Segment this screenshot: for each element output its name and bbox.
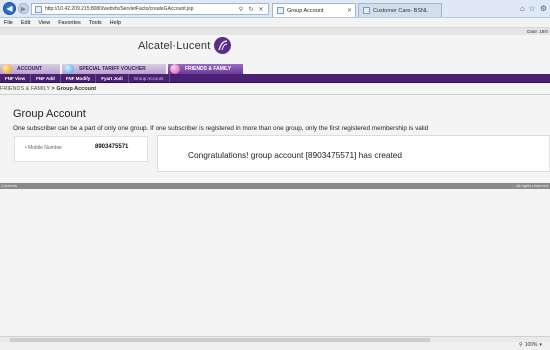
favicon-icon	[363, 7, 370, 14]
date-strip: Date: 18/0	[0, 28, 550, 35]
back-button[interactable]: ◀	[3, 2, 16, 15]
tab-account-label: ACCOUNT	[17, 66, 42, 72]
success-message-panel: Congratulations! group account [89034755…	[157, 135, 550, 172]
home-icon[interactable]: ⌂	[520, 4, 525, 13]
back-arrow-icon: ◀	[6, 4, 13, 13]
tab-ff-label: FRIENDS & FAMILY	[185, 66, 232, 72]
voucher-orb-icon	[64, 64, 74, 74]
brand-name: Alcatel·Lucent	[138, 39, 211, 52]
browser-toolbar: ◀ ▶ http://10.42.209.215:8080/webvfs/Ser…	[0, 0, 550, 18]
friends-family-orb-icon	[170, 64, 180, 74]
tab-stv-label: SPECIAL TARIFF VOUCHER	[79, 66, 146, 72]
main-tabs: ACCOUNT SPECIAL TARIFF VOUCHER FRIENDS &…	[0, 64, 550, 74]
menu-file[interactable]: File	[4, 20, 13, 26]
subnav-group-account[interactable]: Group Account	[129, 73, 170, 83]
favorites-star-icon[interactable]: ☆	[529, 4, 536, 13]
tab-customer-care[interactable]: Customer Care- BSNL	[358, 3, 442, 17]
info-text: One subscriber can be a part of only one…	[13, 125, 429, 132]
subnav-fnf-view[interactable]: FNF View	[0, 73, 32, 83]
subnav-fnf-modify[interactable]: FNF Modify	[61, 73, 97, 83]
breadcrumb-parent[interactable]: FRIENDS & FAMILY	[0, 86, 50, 92]
brand-logo: Alcatel·Lucent	[138, 37, 231, 54]
status-bar: ⚲ 100% ▾	[0, 342, 550, 350]
breadcrumb-current: Group Account	[56, 86, 97, 92]
zoom-level: 100%	[524, 342, 538, 348]
page-title: Group Account	[13, 108, 86, 120]
stop-icon[interactable]: ✕	[257, 5, 265, 13]
forward-button[interactable]: ▶	[18, 3, 29, 14]
footer-rights-text: All rights reserved	[515, 183, 548, 188]
menu-tools[interactable]: Tools	[89, 20, 102, 26]
subnav-fnf-add[interactable]: FNF Add	[31, 73, 61, 83]
tab-label: Customer Care- BSNL	[373, 7, 429, 14]
breadcrumb: FRIENDS & FAMILY > Group Account	[0, 86, 96, 92]
menu-bar: File Edit View Favorites Tools Help	[0, 18, 550, 28]
date-label: Date: 18/0	[527, 29, 548, 34]
mobile-number-label: • Mobile Number	[25, 145, 63, 151]
favicon-icon	[277, 7, 284, 14]
account-orb-icon	[2, 64, 12, 74]
subnav-fyart-jodi[interactable]: Fyart Jodi	[96, 73, 129, 83]
mobile-number-panel: • Mobile Number 8903475571	[14, 136, 148, 162]
menu-edit[interactable]: Edit	[21, 20, 30, 26]
sub-navigation: FNF View FNF Add FNF Modify Fyart Jodi G…	[0, 73, 550, 83]
zoom-icon: ⚲	[519, 342, 523, 348]
tab-friends-family[interactable]: FRIENDS & FAMILY	[168, 64, 243, 74]
tab-special-tariff-voucher[interactable]: SPECIAL TARIFF VOUCHER	[62, 64, 166, 74]
chevron-down-icon: ▾	[539, 342, 542, 348]
settings-gear-icon[interactable]: ⚙	[540, 4, 547, 13]
address-bar[interactable]: http://10.42.209.215:8080/webvfs/Servlet…	[31, 3, 269, 15]
menu-view[interactable]: View	[38, 20, 50, 26]
menu-favorites[interactable]: Favorites	[58, 20, 81, 26]
menu-help[interactable]: Help	[110, 20, 121, 26]
forward-arrow-icon: ▶	[20, 5, 27, 13]
tab-group-account[interactable]: Group Account ✕	[272, 3, 356, 17]
url-text: http://10.42.209.215:8080/webvfs/Servlet…	[45, 6, 194, 12]
success-message: Congratulations! group account [89034755…	[188, 150, 403, 160]
zoom-control[interactable]: ⚲ 100% ▾	[519, 342, 542, 348]
page-footer: Contents All rights reserved	[0, 183, 550, 189]
mobile-number-value: 8903475571	[95, 144, 129, 150]
search-icon[interactable]: ⚲	[237, 5, 245, 13]
footer-left-text: Contents	[1, 183, 18, 188]
page-content: Date: 18/0 Alcatel·Lucent ACCOUNT SPECIA…	[0, 28, 550, 336]
refresh-icon[interactable]: ↻	[247, 5, 255, 13]
tab-label: Group Account	[287, 7, 324, 14]
alcatel-lucent-logo-icon	[213, 37, 231, 54]
divider	[0, 94, 550, 95]
close-tab-icon[interactable]: ✕	[347, 7, 352, 14]
tab-account[interactable]: ACCOUNT	[0, 64, 60, 74]
page-icon	[35, 5, 42, 13]
